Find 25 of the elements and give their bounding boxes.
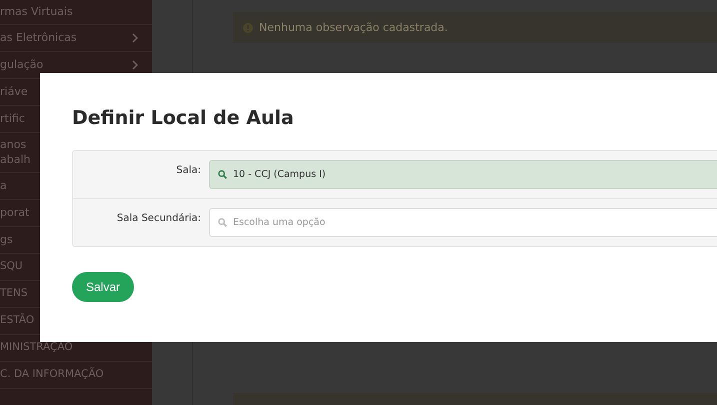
select-field[interactable]: 10 - CCJ (Campus I)	[209, 160, 717, 189]
field-label: Sala Secundária:	[116, 213, 202, 224]
search-icon	[218, 170, 227, 179]
sidebar-item[interactable]: porat	[0, 206, 30, 220]
sidebar-item[interactable]: rtific	[0, 112, 25, 126]
sidebar-item[interactable]: gulação	[0, 58, 44, 72]
select-field[interactable]: Escolha uma opção	[209, 208, 717, 237]
sidebar-item[interactable]: riáve	[0, 84, 28, 100]
sidebar-item[interactable]: a	[0, 178, 7, 194]
chevron-icon	[132, 33, 138, 43]
save-button[interactable]: Salvar	[72, 272, 134, 302]
sidebar-item[interactable]: gs	[0, 232, 13, 248]
sidebar-section[interactable]: SQU	[0, 260, 23, 274]
sidebar-section[interactable]: ESTÃO	[0, 314, 34, 328]
alert-text: Nenhuma observação cadastrada.	[259, 21, 448, 34]
sidebar-item[interactable]: anos abalh	[0, 138, 34, 167]
sidebar-item[interactable]: rmas Virtuais	[0, 4, 73, 20]
sidebar-section[interactable]: MINISTRAÇÃO	[0, 341, 73, 355]
field-label: Sala:	[175, 165, 202, 176]
search-icon	[218, 218, 227, 227]
sidebar-item[interactable]: as Eletrônicas	[0, 30, 77, 46]
sidebar-section[interactable]: TENS	[0, 287, 28, 301]
sidebar-section[interactable]: C. DA INFORMAÇÃO	[0, 368, 104, 382]
modal-title: Definir Local de Aula	[72, 107, 295, 129]
chevron-icon	[132, 60, 138, 70]
